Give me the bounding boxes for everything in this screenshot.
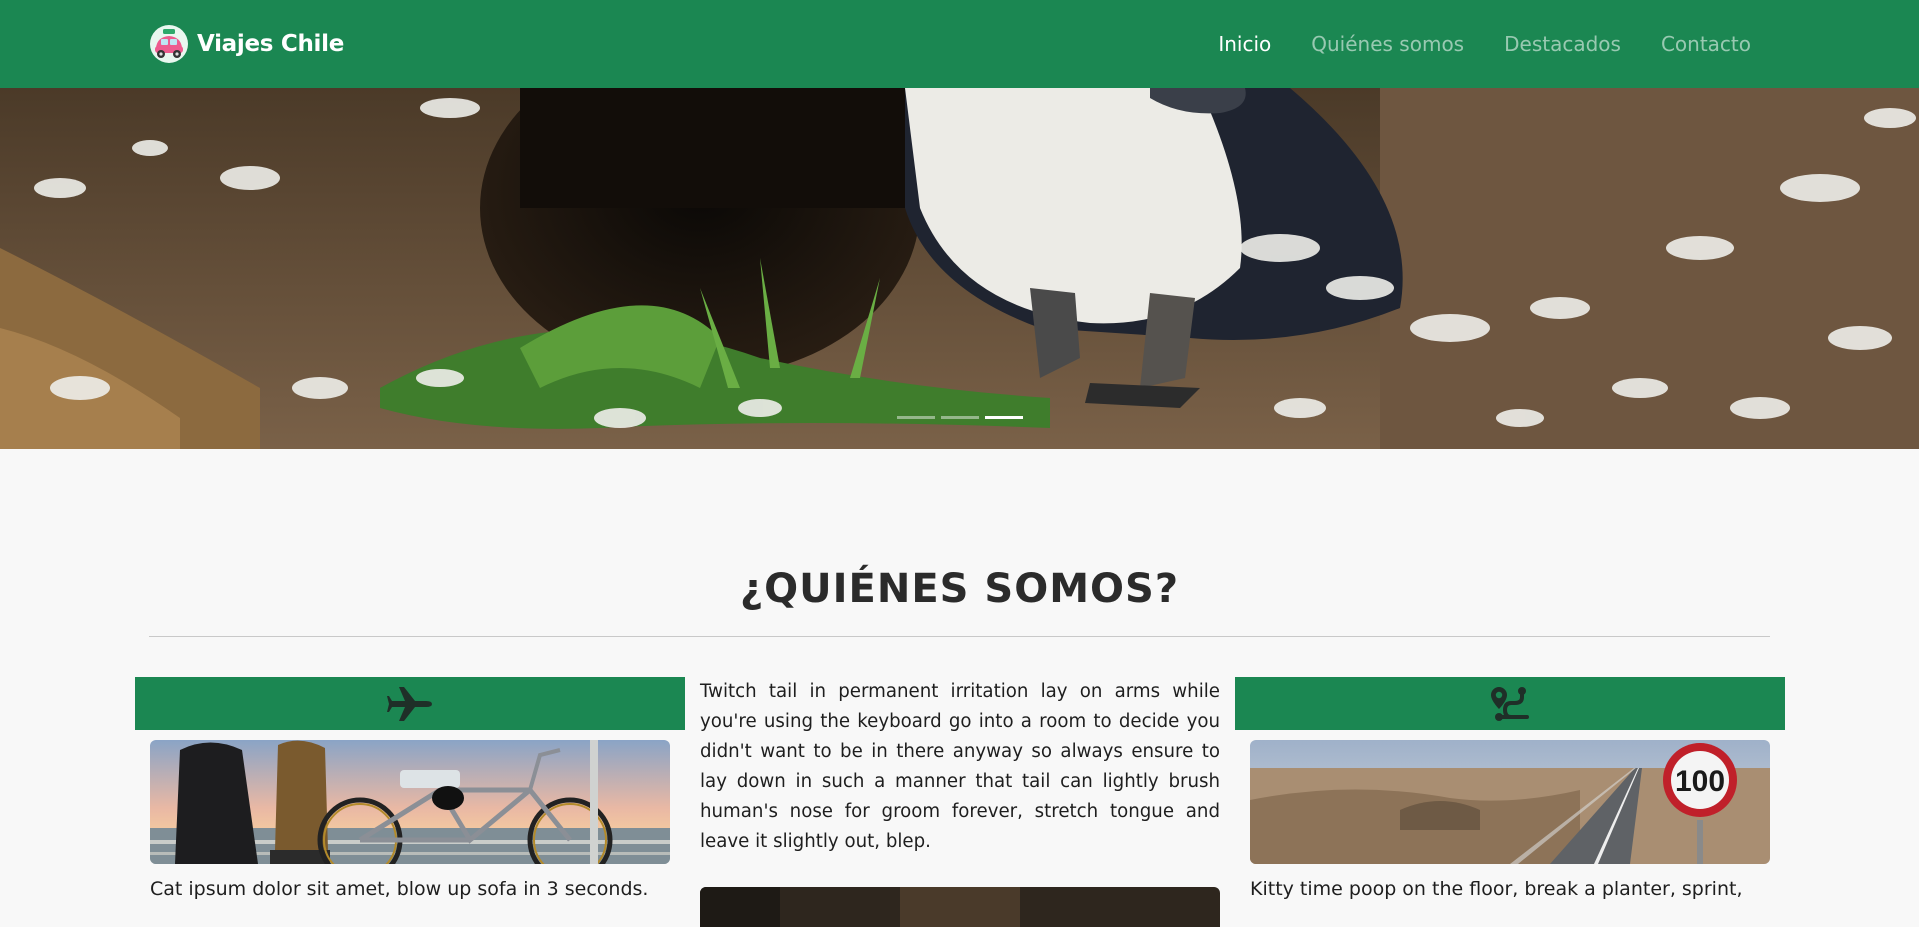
car-logo-icon: [150, 25, 188, 63]
speed-limit-number: 100: [1675, 765, 1725, 798]
nav-item-contacto: Contacto: [1661, 32, 1751, 56]
card-text-left: Cat ipsum dolor sit amet, blow up sofa i…: [150, 878, 649, 900]
icon-bar-right: [1235, 677, 1785, 730]
nav-link-quienes-somos[interactable]: Quiénes somos: [1311, 32, 1464, 56]
card-text-middle: Twitch tail in permanent irritation lay …: [700, 681, 1220, 852]
about-card-right: 100 Kitty time poop on the floor, break …: [1235, 677, 1785, 904]
icon-bar-left: [135, 677, 685, 730]
route-icon: [1491, 686, 1529, 721]
carousel-indicator-3[interactable]: [984, 416, 1023, 419]
nav-item-quienes-somos: Quiénes somos: [1311, 32, 1464, 56]
section-divider: [149, 636, 1770, 637]
carousel-indicator-2[interactable]: [940, 416, 979, 419]
nav-link-destacados[interactable]: Destacados: [1504, 32, 1621, 56]
hero-carousel[interactable]: [0, 88, 1919, 449]
nav-item-inicio: Inicio: [1218, 32, 1271, 56]
section-title: ¿QUIÉNES SOMOS?: [739, 566, 1180, 612]
nav-item-destacados: Destacados: [1504, 32, 1621, 56]
nav-link-contacto[interactable]: Contacto: [1661, 32, 1751, 56]
nav-menu: Inicio Quiénes somos Destacados Contacto: [1218, 0, 1751, 88]
airplane-icon: [387, 686, 432, 721]
carousel-indicators: [0, 416, 1919, 419]
hero-penguin-image: [0, 88, 1919, 449]
card-image-road: 100: [1250, 740, 1770, 864]
carousel-indicator-1[interactable]: [896, 416, 935, 419]
about-card-middle: Twitch tail in permanent irritation lay …: [700, 677, 1220, 857]
brand-link[interactable]: Viajes Chile: [149, 24, 344, 64]
nav-link-inicio[interactable]: Inicio: [1218, 32, 1271, 56]
card-image-bicycle: [150, 740, 670, 864]
brand-name: Viajes Chile: [197, 31, 345, 57]
navbar: Viajes Chile Inicio Quiénes somos Destac…: [0, 0, 1919, 88]
about-card-left: Cat ipsum dolor sit amet, blow up sofa i…: [135, 677, 685, 904]
card-image-middle: [700, 887, 1220, 927]
card-text-right: Kitty time poop on the floor, break a pl…: [1250, 878, 1743, 900]
